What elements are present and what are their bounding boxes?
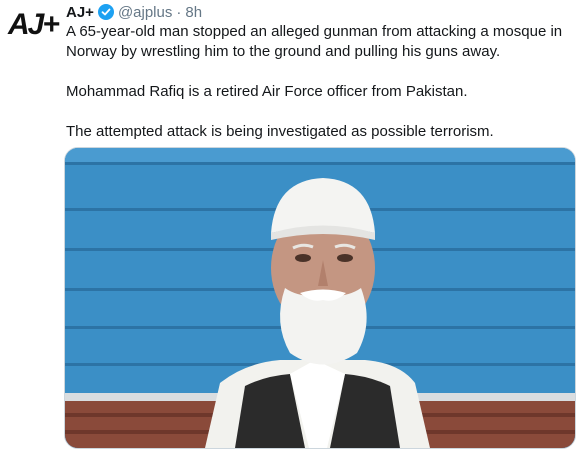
- photo-illustration: [65, 148, 575, 448]
- tweet-timestamp[interactable]: 8h: [185, 4, 202, 21]
- avatar[interactable]: AJ+: [8, 8, 60, 48]
- tweet-header: AJ+ @ajplus · 8h: [66, 2, 202, 22]
- tweet-photo[interactable]: [64, 147, 576, 449]
- author-name[interactable]: AJ+: [66, 4, 94, 21]
- tweet-paragraph: A 65-year-old man stopped an alleged gun…: [66, 23, 563, 60]
- verified-badge-icon: [97, 4, 114, 20]
- separator-dot: ·: [176, 3, 182, 21]
- tweet-paragraph: The attempted attack is being investigat…: [66, 123, 494, 140]
- author-handle[interactable]: @ajplus: [118, 4, 172, 21]
- tweet[interactable]: AJ+ AJ+ @ajplus · 8h A 65-year-old man s…: [0, 0, 588, 449]
- avatar-logo-text: AJ+: [8, 8, 60, 41]
- tweet-text: A 65-year-old man stopped an alleged gun…: [66, 22, 576, 142]
- tweet-paragraph: Mohammad Rafiq is a retired Air Force of…: [66, 83, 468, 100]
